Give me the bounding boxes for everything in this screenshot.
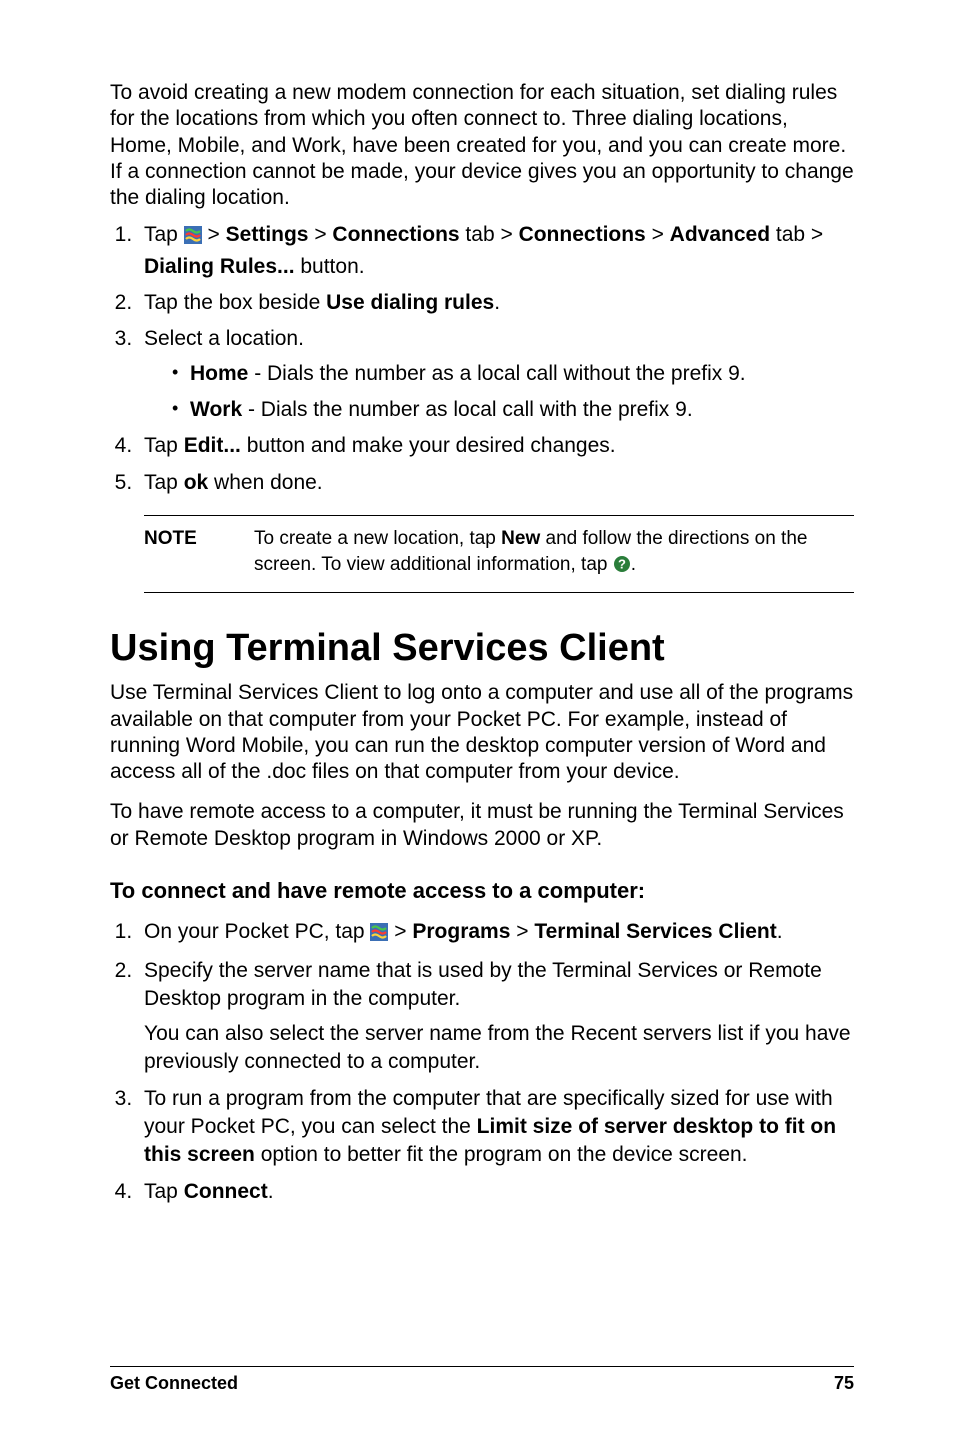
step-a3: Select a location. Home - Dials the numb… <box>138 325 854 424</box>
settings-label: Settings <box>226 223 309 246</box>
note-text: To create a new location, tap New and fo… <box>254 526 854 580</box>
section-title: Using Terminal Services Client <box>110 627 854 670</box>
text: Tap the box beside <box>144 291 326 314</box>
windows-start-icon <box>370 921 388 949</box>
programs-label: Programs <box>412 920 510 943</box>
text: To create a new location, tap <box>254 528 501 549</box>
text: Tap <box>144 1180 184 1203</box>
help-icon: ? <box>613 555 631 581</box>
steps-list-a: Tap > Settings > Connections tab > Conne… <box>110 221 854 497</box>
location-work: Work - Dials the number as local call wi… <box>172 396 854 424</box>
footer-left: Get Connected <box>110 1373 238 1394</box>
work-label: Work <box>190 398 242 421</box>
new-label: New <box>501 528 540 549</box>
text: tab > <box>770 223 823 246</box>
text: > <box>388 920 412 943</box>
connections-label: Connections <box>519 223 646 246</box>
step-a4: Tap Edit... button and make your desired… <box>138 432 854 460</box>
windows-start-icon <box>184 224 202 252</box>
tsc-paragraph-2: To have remote access to a computer, it … <box>110 799 854 852</box>
tsc-paragraph-1: Use Terminal Services Client to log onto… <box>110 680 854 785</box>
text: > <box>646 223 670 246</box>
text: - Dials the number as a local call witho… <box>248 362 745 385</box>
text: button. <box>295 255 365 278</box>
step-b1: On your Pocket PC, tap > Programs > Term… <box>138 918 854 949</box>
text: Select a location. <box>144 327 304 350</box>
text: button and make your desired changes. <box>241 434 616 457</box>
step-a5: Tap ok when done. <box>138 469 854 497</box>
text: Tap <box>144 471 184 494</box>
edit-label: Edit... <box>184 434 241 457</box>
connect-label: Connect <box>184 1180 268 1203</box>
step-a1: Tap > Settings > Connections tab > Conne… <box>138 221 854 281</box>
location-sublist: Home - Dials the number as a local call … <box>144 360 854 425</box>
location-home: Home - Dials the number as a local call … <box>172 360 854 388</box>
step-b3: To run a program from the computer that … <box>138 1085 854 1170</box>
subheading: To connect and have remote access to a c… <box>110 878 854 904</box>
svg-text:?: ? <box>618 556 626 571</box>
text: Tap <box>144 223 184 246</box>
home-label: Home <box>190 362 248 385</box>
text: > <box>308 223 332 246</box>
text: when done. <box>208 471 322 494</box>
text: > <box>202 223 226 246</box>
text: . <box>494 291 500 314</box>
note-box: NOTE To create a new location, tap New a… <box>144 515 854 593</box>
text: Specify the server name that is used by … <box>144 959 822 1010</box>
step-b4: Tap Connect. <box>138 1178 854 1206</box>
text: > <box>510 920 534 943</box>
dialing-rules-label: Dialing Rules... <box>144 255 295 278</box>
terminal-services-client-label: Terminal Services Client <box>534 920 776 943</box>
text: Tap <box>144 434 184 457</box>
text: . <box>268 1180 274 1203</box>
steps-list-b: On your Pocket PC, tap > Programs > Term… <box>110 918 854 1206</box>
ok-label: ok <box>184 471 209 494</box>
page-container: To avoid creating a new modem connection… <box>0 0 954 1438</box>
text: . <box>777 920 783 943</box>
page-footer: Get Connected 75 <box>110 1366 854 1394</box>
connections-tab-label: Connections <box>332 223 459 246</box>
text: On your Pocket PC, tap <box>144 920 370 943</box>
text: option to better fit the program on the … <box>255 1143 748 1166</box>
text: . <box>631 554 636 575</box>
note-label: NOTE <box>144 526 254 580</box>
step-a2: Tap the box beside Use dialing rules. <box>138 289 854 317</box>
use-dialing-rules-label: Use dialing rules <box>326 291 494 314</box>
intro-paragraph: To avoid creating a new modem connection… <box>110 80 854 211</box>
text: tab > <box>460 223 519 246</box>
step-b2: Specify the server name that is used by … <box>138 957 854 1076</box>
advanced-label: Advanced <box>670 223 770 246</box>
footer-page-number: 75 <box>834 1373 854 1394</box>
step-b2-note: You can also select the server name from… <box>144 1020 854 1077</box>
text: - Dials the number as local call with th… <box>242 398 693 421</box>
